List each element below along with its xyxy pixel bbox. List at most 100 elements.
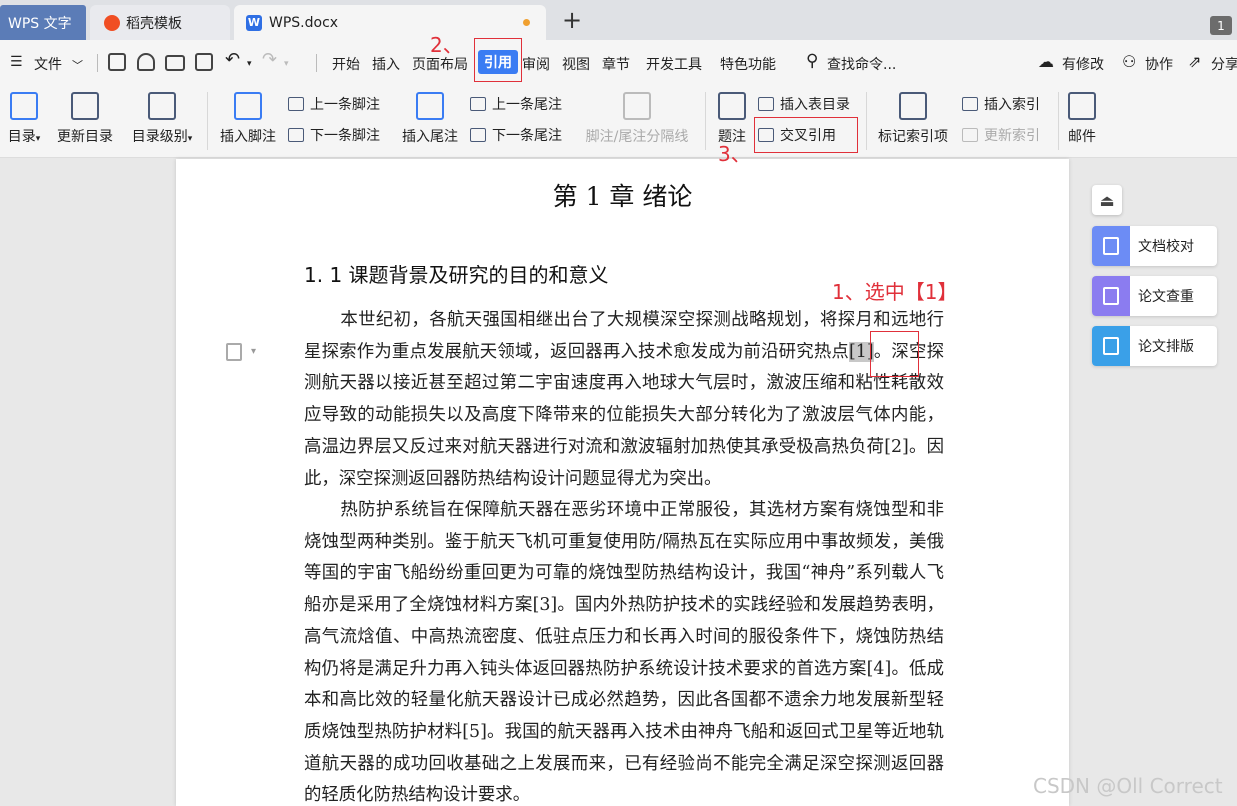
footnote-separator-button[interactable]: 脚注/尾注分隔线 bbox=[580, 88, 694, 146]
collaborate-icon[interactable]: ⚇ bbox=[1122, 52, 1136, 71]
menu-developer[interactable]: 开发工具 bbox=[646, 54, 702, 74]
update-toc-button[interactable]: 更新目录 bbox=[54, 88, 116, 146]
tab-bar: WPS 文字 稻壳模板 W WPS.docx + 1 bbox=[0, 0, 1237, 40]
plagiarism-icon bbox=[1092, 276, 1130, 316]
menu-special[interactable]: 特色功能 bbox=[720, 54, 776, 74]
annotation-box-reference bbox=[870, 331, 919, 377]
caption-icon bbox=[718, 92, 746, 120]
update-toc-label: 更新目录 bbox=[57, 129, 113, 145]
arrow-up-icon bbox=[288, 97, 304, 111]
proofread-label: 文档校对 bbox=[1138, 239, 1194, 255]
update-index-button[interactable]: 更新索引 bbox=[962, 125, 1040, 145]
thesis-layout-label: 论文排版 bbox=[1138, 339, 1194, 355]
redo-icon[interactable]: ↷ bbox=[262, 49, 277, 70]
undo-icon[interactable]: ↶ bbox=[225, 49, 240, 70]
endnote-icon bbox=[416, 92, 444, 120]
insert-endnote-label: 插入尾注 bbox=[402, 129, 458, 145]
annotation-box-references-tab bbox=[474, 38, 522, 82]
divider bbox=[316, 54, 317, 72]
hamburger-icon[interactable]: ☰ bbox=[10, 54, 23, 70]
menu-view[interactable]: 视图 bbox=[562, 54, 590, 74]
docer-logo-icon bbox=[104, 14, 120, 31]
format-painter-icon[interactable] bbox=[137, 53, 155, 71]
prev-footnote-button[interactable]: 上一条脚注 bbox=[288, 94, 380, 114]
divider bbox=[866, 92, 867, 150]
mark-index-icon bbox=[899, 92, 927, 120]
menu-chapter[interactable]: 章节 bbox=[602, 54, 630, 74]
modified-status[interactable]: 有修改 bbox=[1062, 54, 1104, 74]
insert-table-toc-button[interactable]: 插入表目录 bbox=[758, 94, 850, 114]
chevron-down-icon[interactable]: ﹀ bbox=[72, 57, 83, 73]
mail-button[interactable]: 邮件 bbox=[1064, 88, 1100, 146]
insert-endnote-button[interactable]: 插入尾注 bbox=[398, 88, 462, 146]
mail-icon bbox=[1068, 92, 1096, 120]
insert-footnote-button[interactable]: 插入脚注 bbox=[216, 88, 280, 146]
paragraph-1-end: 。深空探测航天器以接近甚至超过第二宇宙速度再入地球大气层时，激波压缩和粘性耗散效… bbox=[304, 341, 944, 489]
annotation-step-2: 2、 bbox=[430, 33, 463, 57]
mark-index-label: 标记索引项 bbox=[878, 129, 948, 145]
section-title[interactable]: 1. 1 课题背景及研究的目的和意义 bbox=[304, 259, 609, 288]
search-icon[interactable]: ⚲ bbox=[806, 51, 818, 71]
tab-wps-label: WPS 文字 bbox=[8, 15, 72, 32]
annotation-box-cross-reference bbox=[754, 117, 858, 153]
mark-index-button[interactable]: 标记索引项 bbox=[873, 88, 953, 146]
tab-docer-templates[interactable]: 稻壳模板 bbox=[90, 5, 230, 40]
toc-icon bbox=[10, 92, 38, 120]
tab-document[interactable]: W WPS.docx bbox=[234, 5, 546, 40]
document-page[interactable]: 第 1 章 绪论 1. 1 课题背景及研究的目的和意义 本世纪初，各航天强国相继… bbox=[176, 159, 1069, 806]
word-doc-icon: W bbox=[246, 14, 262, 31]
prev-endnote-label: 上一条尾注 bbox=[492, 97, 562, 113]
separator-label: 脚注/尾注分隔线 bbox=[585, 129, 689, 145]
undo-dropdown-icon[interactable]: ▾ bbox=[247, 59, 252, 69]
divider bbox=[97, 54, 98, 72]
window-count-badge[interactable]: 1 bbox=[1210, 16, 1232, 35]
chapter-title[interactable]: 第 1 章 绪论 bbox=[176, 177, 1069, 213]
search-command[interactable]: 查找命令... bbox=[827, 54, 896, 74]
update-index-label: 更新索引 bbox=[984, 128, 1040, 144]
chevron-down-icon[interactable]: ▾ bbox=[251, 346, 256, 357]
thesis-layout-button[interactable]: 论文排版 bbox=[1092, 326, 1217, 366]
toc-button[interactable]: 目录▾ bbox=[4, 88, 44, 146]
plagiarism-check-button[interactable]: 论文查重 bbox=[1092, 276, 1217, 316]
toc-level-icon bbox=[148, 92, 176, 120]
divider bbox=[705, 92, 706, 150]
new-tab-button[interactable]: + bbox=[562, 6, 582, 34]
print-icon[interactable] bbox=[165, 55, 185, 71]
cloud-icon[interactable]: ☁ bbox=[1038, 52, 1054, 71]
redo-dropdown-icon[interactable]: ▾ bbox=[284, 59, 289, 69]
tab-document-label: WPS.docx bbox=[269, 14, 339, 31]
menu-row: ☰ 文件 ﹀ ↶ ▾ ↷ ▾ 开始 插入 页面布局 引用 审阅 视图 章节 开发… bbox=[0, 40, 1237, 86]
print-preview-icon[interactable] bbox=[195, 53, 213, 71]
share-icon[interactable]: ⇗ bbox=[1188, 52, 1201, 71]
toc-label: 目录 bbox=[7, 129, 36, 145]
menu-file[interactable]: 文件 bbox=[34, 54, 62, 74]
insert-index-button[interactable]: 插入索引 bbox=[962, 94, 1040, 114]
paragraph-format-icon[interactable] bbox=[226, 343, 242, 361]
proofread-button[interactable]: 文档校对 bbox=[1092, 226, 1217, 266]
arrow-down-icon bbox=[470, 128, 486, 142]
collaborate-button[interactable]: 协作 bbox=[1145, 54, 1173, 74]
save-icon[interactable] bbox=[108, 53, 126, 71]
share-button[interactable]: 分享 bbox=[1211, 54, 1237, 74]
next-endnote-label: 下一条尾注 bbox=[492, 128, 562, 144]
toc-level-button[interactable]: 目录级别▾ bbox=[126, 88, 198, 146]
footnote-icon bbox=[234, 92, 262, 120]
paragraph-2[interactable]: 热防护系统旨在保障航天器在恶劣环境中正常服役，其选材方案有烧蚀型和非烧蚀型两种类… bbox=[304, 495, 944, 806]
unsaved-dot-icon bbox=[523, 19, 530, 26]
toc-level-label: 目录级别 bbox=[131, 129, 188, 145]
menu-review[interactable]: 审阅 bbox=[522, 54, 550, 74]
menu-home[interactable]: 开始 bbox=[332, 54, 360, 74]
separator-icon bbox=[623, 92, 651, 120]
next-footnote-button[interactable]: 下一条脚注 bbox=[288, 125, 380, 145]
chevron-down-icon: ▾ bbox=[35, 134, 41, 144]
paragraph-1[interactable]: 本世纪初，各航天强国相继出台了大规模深空探测战略规划，将探月和远地行星探索作为重… bbox=[304, 305, 944, 495]
collapse-panel-button[interactable]: ⏏ bbox=[1092, 185, 1122, 215]
menu-insert[interactable]: 插入 bbox=[372, 54, 400, 74]
tab-wps-writer[interactable]: WPS 文字 bbox=[0, 5, 86, 40]
insert-footnote-label: 插入脚注 bbox=[220, 129, 276, 145]
prev-endnote-button[interactable]: 上一条尾注 bbox=[470, 94, 562, 114]
proofread-icon bbox=[1092, 226, 1130, 266]
annotation-step-1: 1、选中【1】 bbox=[832, 280, 958, 304]
next-endnote-button[interactable]: 下一条尾注 bbox=[470, 125, 562, 145]
watermark: CSDN @Oll Correct bbox=[1033, 774, 1223, 798]
